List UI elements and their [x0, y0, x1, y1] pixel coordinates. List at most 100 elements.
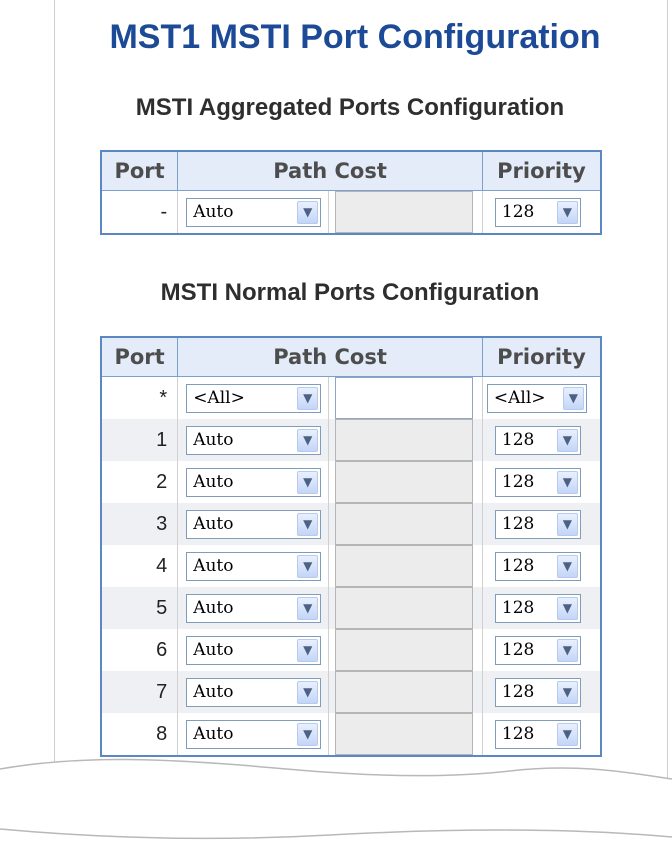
table-row: 4 Auto ▼ 128 ▼ — [100, 545, 602, 587]
chevron-down-icon[interactable]: ▼ — [556, 470, 578, 494]
path-cost-select[interactable]: Auto ▼ — [186, 467, 322, 497]
port-cell: - — [100, 190, 179, 234]
priority-select[interactable]: 128 ▼ — [494, 593, 581, 623]
path-cost-select[interactable]: Auto ▼ — [186, 677, 322, 707]
col-path-cost-header: Path Cost — [177, 150, 483, 191]
chevron-down-icon[interactable]: ▼ — [562, 386, 584, 410]
normal-ports-table: Port Path Cost Priority * <All> ▼ <All> ▼ … — [100, 336, 602, 757]
chevron-down-icon[interactable]: ▼ — [297, 470, 319, 494]
priority-value: 128 — [501, 472, 535, 492]
chevron-down-icon[interactable]: ▼ — [556, 200, 578, 224]
port-cell: * — [100, 376, 179, 419]
col-path-cost-header: Path Cost — [177, 336, 483, 377]
port-cell: 8 — [100, 713, 179, 756]
path-cost-select[interactable]: Auto ▼ — [186, 719, 322, 749]
col-priority-header: Priority — [481, 336, 602, 377]
path-cost-value: Auto — [193, 430, 234, 450]
chevron-down-icon[interactable]: ▼ — [556, 680, 578, 704]
normal-section-heading: MSTI Normal Ports Configuration — [160, 279, 540, 306]
priority-select[interactable]: 128 ▼ — [494, 509, 581, 539]
path-cost-value: Auto — [193, 202, 234, 222]
priority-select[interactable]: 128 ▼ — [494, 677, 581, 707]
path-cost-value: Auto — [193, 556, 234, 576]
priority-select[interactable]: 128 ▼ — [494, 467, 581, 497]
chevron-down-icon[interactable]: ▼ — [556, 638, 578, 662]
path-cost-input[interactable] — [334, 461, 473, 503]
path-cost-input[interactable] — [334, 587, 473, 629]
page-title: MST1 MSTI Port Configuration — [109, 18, 601, 56]
chevron-down-icon[interactable]: ▼ — [556, 596, 578, 620]
priority-select[interactable]: <All> ▼ — [486, 383, 587, 413]
table-row: 2 Auto ▼ 128 ▼ — [100, 461, 602, 503]
priority-value: 128 — [501, 724, 535, 744]
table-row: 6 Auto ▼ 128 ▼ — [100, 629, 602, 671]
path-cost-input[interactable] — [334, 545, 473, 587]
table-row: - Auto ▼ 128 ▼ — [100, 190, 602, 234]
table-row: 3 Auto ▼ 128 ▼ — [100, 503, 602, 545]
table-row: 8 Auto ▼ 128 ▼ — [100, 713, 602, 756]
priority-value: 128 — [501, 556, 535, 576]
priority-value: <All> — [493, 388, 546, 408]
port-cell: 1 — [100, 419, 179, 461]
port-cell: 4 — [100, 545, 179, 587]
path-cost-select[interactable]: <All> ▼ — [186, 383, 322, 413]
priority-value: 128 — [501, 598, 535, 618]
path-cost-value: Auto — [193, 598, 234, 618]
priority-value: 128 — [501, 640, 535, 660]
chevron-down-icon[interactable]: ▼ — [556, 512, 578, 536]
chevron-down-icon[interactable]: ▼ — [297, 386, 319, 410]
priority-select[interactable]: 128 ▼ — [494, 425, 581, 455]
priority-select[interactable]: 128 ▼ — [494, 635, 581, 665]
path-cost-input[interactable] — [334, 419, 473, 461]
path-cost-input[interactable] — [334, 191, 473, 233]
path-cost-select[interactable]: Auto ▼ — [186, 197, 322, 227]
table-header-row: Port Path Cost Priority — [100, 150, 602, 191]
path-cost-select[interactable]: Auto ▼ — [186, 509, 322, 539]
chevron-down-icon[interactable]: ▼ — [556, 722, 578, 746]
priority-select[interactable]: 128 ▼ — [494, 197, 581, 227]
chevron-down-icon[interactable]: ▼ — [297, 596, 319, 620]
port-cell: 2 — [100, 461, 179, 503]
path-cost-select[interactable]: Auto ▼ — [186, 551, 322, 581]
table-row: 1 Auto ▼ 128 ▼ — [100, 419, 602, 461]
priority-value: 128 — [501, 514, 535, 534]
priority-value: 128 — [501, 202, 535, 222]
chevron-down-icon[interactable]: ▼ — [297, 680, 319, 704]
path-cost-input[interactable] — [334, 377, 473, 419]
chevron-down-icon[interactable]: ▼ — [297, 200, 319, 224]
priority-select[interactable]: 128 ▼ — [494, 719, 581, 749]
chevron-down-icon[interactable]: ▼ — [556, 428, 578, 452]
all-ports-row: * <All> ▼ <All> ▼ — [100, 376, 602, 419]
path-cost-select[interactable]: Auto ▼ — [186, 593, 322, 623]
chevron-down-icon[interactable]: ▼ — [556, 554, 578, 578]
path-cost-input[interactable] — [334, 629, 473, 671]
priority-select[interactable]: 128 ▼ — [494, 551, 581, 581]
path-cost-select[interactable]: Auto ▼ — [186, 635, 322, 665]
chevron-down-icon[interactable]: ▼ — [297, 428, 319, 452]
path-cost-input[interactable] — [334, 713, 473, 755]
chevron-down-icon[interactable]: ▼ — [297, 722, 319, 746]
col-priority-header: Priority — [481, 150, 602, 191]
chevron-down-icon[interactable]: ▼ — [297, 512, 319, 536]
path-cost-value: Auto — [193, 724, 234, 744]
aggregated-ports-table: Port Path Cost Priority - Auto ▼ 128 ▼ — [100, 150, 602, 235]
path-cost-input[interactable] — [334, 671, 473, 713]
chevron-down-icon[interactable]: ▼ — [297, 554, 319, 578]
path-cost-input[interactable] — [334, 503, 473, 545]
priority-value: 128 — [501, 430, 535, 450]
col-port-header: Port — [100, 150, 179, 191]
path-cost-value: Auto — [193, 682, 234, 702]
priority-value: 128 — [501, 682, 535, 702]
table-header-row: Port Path Cost Priority — [100, 336, 602, 377]
torn-page-edge — [0, 758, 672, 849]
port-cell: 6 — [100, 629, 179, 671]
path-cost-value: Auto — [193, 514, 234, 534]
chevron-down-icon[interactable]: ▼ — [297, 638, 319, 662]
table-row: 7 Auto ▼ 128 ▼ — [100, 671, 602, 713]
path-cost-value: <All> — [193, 388, 245, 408]
path-cost-select[interactable]: Auto ▼ — [186, 425, 322, 455]
port-cell: 7 — [100, 671, 179, 713]
path-cost-value: Auto — [193, 472, 234, 492]
port-cell: 3 — [100, 503, 179, 545]
path-cost-value: Auto — [193, 640, 234, 660]
